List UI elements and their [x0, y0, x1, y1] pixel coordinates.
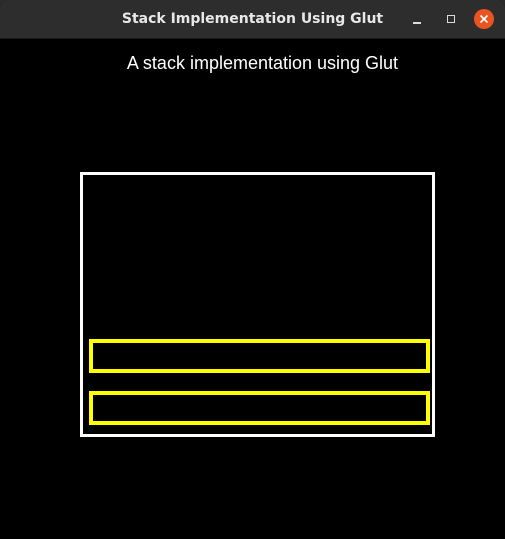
minimize-button[interactable] [407, 9, 427, 29]
close-icon [479, 14, 489, 24]
stack-item-second [89, 339, 430, 373]
glut-canvas[interactable]: A stack implementation using Glut [0, 39, 505, 539]
maximize-button[interactable] [441, 9, 461, 29]
minimize-icon [413, 22, 421, 24]
stack-item-bottom [89, 391, 430, 425]
title-bar[interactable]: Stack Implementation Using Glut [0, 0, 505, 39]
close-button[interactable] [474, 9, 494, 29]
maximize-icon [447, 15, 455, 23]
window-title: Stack Implementation Using Glut [121, 11, 384, 27]
stack-container [80, 172, 435, 437]
app-window: Stack Implementation Using Glut A stack … [0, 0, 505, 539]
canvas-heading: A stack implementation using Glut [126, 53, 399, 73]
